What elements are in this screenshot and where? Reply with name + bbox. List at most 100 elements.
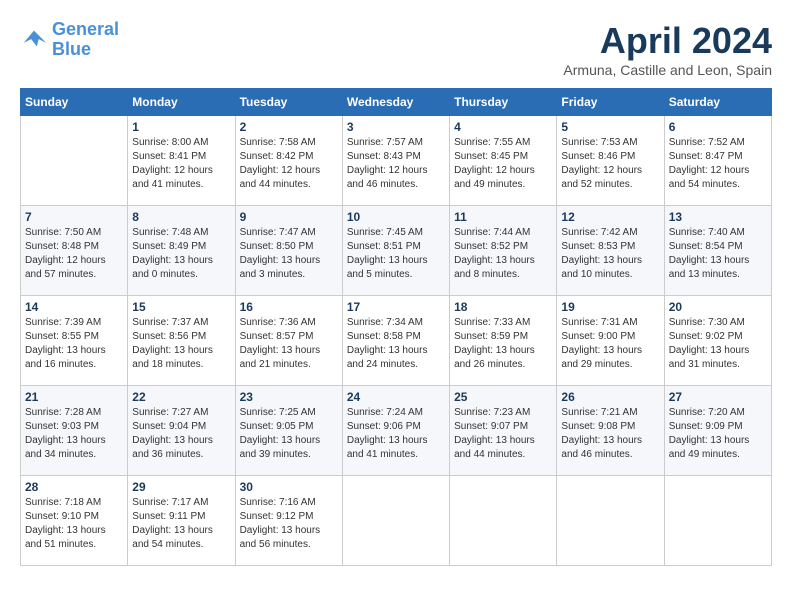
day-number: 11 bbox=[454, 210, 552, 224]
day-info: Sunrise: 7:23 AM Sunset: 9:07 PM Dayligh… bbox=[454, 406, 552, 462]
title-section: April 2024 Armuna, Castille and Leon, Sp… bbox=[563, 20, 772, 78]
day-info: Sunrise: 7:52 AM Sunset: 8:47 PM Dayligh… bbox=[669, 136, 767, 192]
page-header: General Blue April 2024 Armuna, Castille… bbox=[20, 20, 772, 78]
day-info: Sunrise: 7:53 AM Sunset: 8:46 PM Dayligh… bbox=[561, 136, 659, 192]
day-cell bbox=[557, 476, 664, 566]
day-cell: 11 Sunrise: 7:44 AM Sunset: 8:52 PM Dayli… bbox=[450, 206, 557, 296]
day-info: Sunrise: 7:33 AM Sunset: 8:59 PM Dayligh… bbox=[454, 316, 552, 372]
day-cell bbox=[21, 116, 128, 206]
day-info: Sunrise: 7:17 AM Sunset: 9:11 PM Dayligh… bbox=[132, 496, 230, 552]
day-info: Sunrise: 7:27 AM Sunset: 9:04 PM Dayligh… bbox=[132, 406, 230, 462]
day-number: 6 bbox=[669, 120, 767, 134]
day-cell: 10 Sunrise: 7:45 AM Sunset: 8:51 PM Dayli… bbox=[342, 206, 449, 296]
day-info: Sunrise: 7:40 AM Sunset: 8:54 PM Dayligh… bbox=[669, 226, 767, 282]
day-cell: 21Sunrise: 7:28 AM Sunset: 9:03 PM Dayli… bbox=[21, 386, 128, 476]
day-info: Sunrise: 7:30 AM Sunset: 9:02 PM Dayligh… bbox=[669, 316, 767, 372]
day-number: 26 bbox=[561, 390, 659, 404]
day-number: 4 bbox=[454, 120, 552, 134]
week-row-4: 21Sunrise: 7:28 AM Sunset: 9:03 PM Dayli… bbox=[21, 386, 772, 476]
calendar-body: 1 Sunrise: 8:00 AM Sunset: 8:41 PM Daylig… bbox=[21, 116, 772, 566]
day-info: Sunrise: 7:37 AM Sunset: 8:56 PM Dayligh… bbox=[132, 316, 230, 372]
day-cell: 4 Sunrise: 7:55 AM Sunset: 8:45 PM Daylig… bbox=[450, 116, 557, 206]
logo-icon bbox=[20, 26, 48, 54]
day-info: Sunrise: 7:39 AM Sunset: 8:55 PM Dayligh… bbox=[25, 316, 123, 372]
day-cell: 7Sunrise: 7:50 AM Sunset: 8:48 PM Daylig… bbox=[21, 206, 128, 296]
header-cell-wednesday: Wednesday bbox=[342, 89, 449, 116]
day-number: 28 bbox=[25, 480, 123, 494]
day-cell: 15 Sunrise: 7:37 AM Sunset: 8:56 PM Dayli… bbox=[128, 296, 235, 386]
day-cell: 9Sunrise: 7:47 AM Sunset: 8:50 PM Daylig… bbox=[235, 206, 342, 296]
day-number: 9 bbox=[240, 210, 338, 224]
day-cell: 18 Sunrise: 7:33 AM Sunset: 8:59 PM Dayli… bbox=[450, 296, 557, 386]
day-cell: 25 Sunrise: 7:23 AM Sunset: 9:07 PM Dayli… bbox=[450, 386, 557, 476]
day-number: 18 bbox=[454, 300, 552, 314]
day-cell: 30Sunrise: 7:16 AM Sunset: 9:12 PM Dayli… bbox=[235, 476, 342, 566]
day-cell: 19 Sunrise: 7:31 AM Sunset: 9:00 PM Dayli… bbox=[557, 296, 664, 386]
day-info: Sunrise: 7:48 AM Sunset: 8:49 PM Dayligh… bbox=[132, 226, 230, 282]
day-number: 19 bbox=[561, 300, 659, 314]
day-cell: 23 Sunrise: 7:25 AM Sunset: 9:05 PM Dayli… bbox=[235, 386, 342, 476]
day-info: Sunrise: 7:31 AM Sunset: 9:00 PM Dayligh… bbox=[561, 316, 659, 372]
day-number: 3 bbox=[347, 120, 445, 134]
day-number: 12 bbox=[561, 210, 659, 224]
day-cell: 28 Sunrise: 7:18 AM Sunset: 9:10 PM Dayli… bbox=[21, 476, 128, 566]
day-cell: 17 Sunrise: 7:34 AM Sunset: 8:58 PM Dayli… bbox=[342, 296, 449, 386]
day-info: Sunrise: 7:25 AM Sunset: 9:05 PM Dayligh… bbox=[240, 406, 338, 462]
day-info: Sunrise: 7:55 AM Sunset: 8:45 PM Dayligh… bbox=[454, 136, 552, 192]
day-info: Sunrise: 7:34 AM Sunset: 8:58 PM Dayligh… bbox=[347, 316, 445, 372]
day-number: 1 bbox=[132, 120, 230, 134]
logo: General Blue bbox=[20, 20, 119, 60]
logo-line1: General bbox=[52, 19, 119, 39]
day-number: 17 bbox=[347, 300, 445, 314]
day-cell bbox=[450, 476, 557, 566]
day-info: Sunrise: 7:28 AM Sunset: 9:03 PM Dayligh… bbox=[25, 406, 123, 462]
day-cell: 6 Sunrise: 7:52 AM Sunset: 8:47 PM Daylig… bbox=[664, 116, 771, 206]
day-number: 2 bbox=[240, 120, 338, 134]
header-cell-saturday: Saturday bbox=[664, 89, 771, 116]
week-row-2: 7Sunrise: 7:50 AM Sunset: 8:48 PM Daylig… bbox=[21, 206, 772, 296]
day-cell: 5 Sunrise: 7:53 AM Sunset: 8:46 PM Daylig… bbox=[557, 116, 664, 206]
day-number: 29 bbox=[132, 480, 230, 494]
day-info: Sunrise: 7:45 AM Sunset: 8:51 PM Dayligh… bbox=[347, 226, 445, 282]
day-cell: 12 Sunrise: 7:42 AM Sunset: 8:53 PM Dayli… bbox=[557, 206, 664, 296]
day-number: 8 bbox=[132, 210, 230, 224]
header-cell-sunday: Sunday bbox=[21, 89, 128, 116]
day-info: Sunrise: 8:00 AM Sunset: 8:41 PM Dayligh… bbox=[132, 136, 230, 192]
day-info: Sunrise: 7:44 AM Sunset: 8:52 PM Dayligh… bbox=[454, 226, 552, 282]
day-number: 13 bbox=[669, 210, 767, 224]
day-info: Sunrise: 7:24 AM Sunset: 9:06 PM Dayligh… bbox=[347, 406, 445, 462]
day-number: 16 bbox=[240, 300, 338, 314]
day-number: 5 bbox=[561, 120, 659, 134]
day-number: 10 bbox=[347, 210, 445, 224]
day-cell: 14 Sunrise: 7:39 AM Sunset: 8:55 PM Dayli… bbox=[21, 296, 128, 386]
day-cell: 1 Sunrise: 8:00 AM Sunset: 8:41 PM Daylig… bbox=[128, 116, 235, 206]
logo-line2: Blue bbox=[52, 39, 91, 59]
header-cell-friday: Friday bbox=[557, 89, 664, 116]
day-number: 15 bbox=[132, 300, 230, 314]
day-cell: 16 Sunrise: 7:36 AM Sunset: 8:57 PM Dayli… bbox=[235, 296, 342, 386]
day-cell: 3Sunrise: 7:57 AM Sunset: 8:43 PM Daylig… bbox=[342, 116, 449, 206]
day-number: 27 bbox=[669, 390, 767, 404]
day-info: Sunrise: 7:42 AM Sunset: 8:53 PM Dayligh… bbox=[561, 226, 659, 282]
header-row: SundayMondayTuesdayWednesdayThursdayFrid… bbox=[21, 89, 772, 116]
day-number: 14 bbox=[25, 300, 123, 314]
calendar-title: April 2024 bbox=[563, 20, 772, 62]
day-number: 25 bbox=[454, 390, 552, 404]
day-info: Sunrise: 7:18 AM Sunset: 9:10 PM Dayligh… bbox=[25, 496, 123, 552]
day-number: 22 bbox=[132, 390, 230, 404]
day-info: Sunrise: 7:36 AM Sunset: 8:57 PM Dayligh… bbox=[240, 316, 338, 372]
logo-text: General Blue bbox=[52, 20, 119, 60]
calendar-table: SundayMondayTuesdayWednesdayThursdayFrid… bbox=[20, 88, 772, 566]
day-cell: 22 Sunrise: 7:27 AM Sunset: 9:04 PM Dayli… bbox=[128, 386, 235, 476]
day-cell: 27 Sunrise: 7:20 AM Sunset: 9:09 PM Dayli… bbox=[664, 386, 771, 476]
day-info: Sunrise: 7:16 AM Sunset: 9:12 PM Dayligh… bbox=[240, 496, 338, 552]
day-cell: 2Sunrise: 7:58 AM Sunset: 8:42 PM Daylig… bbox=[235, 116, 342, 206]
day-number: 23 bbox=[240, 390, 338, 404]
day-number: 24 bbox=[347, 390, 445, 404]
day-cell: 20Sunrise: 7:30 AM Sunset: 9:02 PM Dayli… bbox=[664, 296, 771, 386]
day-info: Sunrise: 7:50 AM Sunset: 8:48 PM Dayligh… bbox=[25, 226, 123, 282]
day-cell: 13 Sunrise: 7:40 AM Sunset: 8:54 PM Dayli… bbox=[664, 206, 771, 296]
day-info: Sunrise: 7:20 AM Sunset: 9:09 PM Dayligh… bbox=[669, 406, 767, 462]
header-cell-monday: Monday bbox=[128, 89, 235, 116]
header-cell-thursday: Thursday bbox=[450, 89, 557, 116]
